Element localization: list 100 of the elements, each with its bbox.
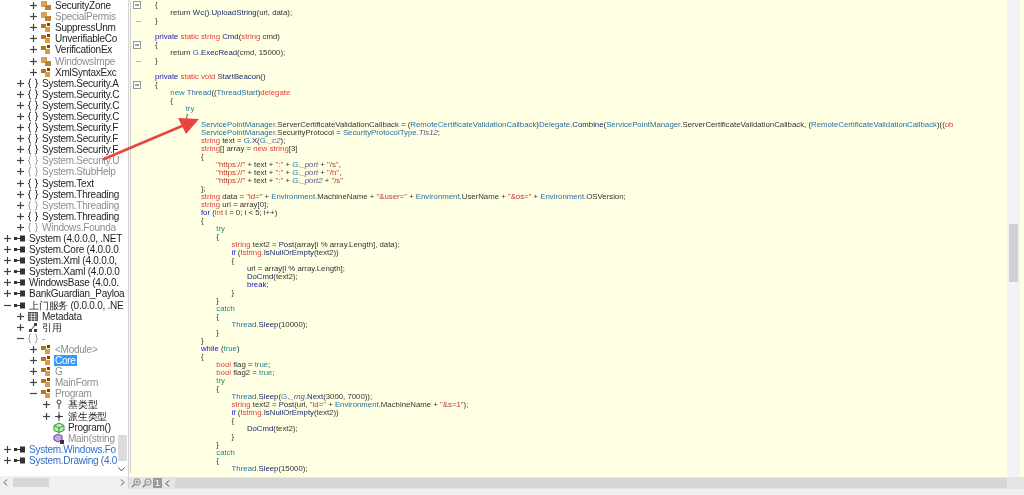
expand-icon[interactable] xyxy=(16,323,24,331)
tree-item[interactable]: System.Xml (4.0.0.0, xyxy=(28,255,118,267)
expand-icon[interactable] xyxy=(16,312,24,320)
tree-item[interactable]: System.Security.A xyxy=(41,77,120,89)
expand-icon[interactable] xyxy=(42,412,50,420)
tree-item[interactable]: System.Security.F xyxy=(41,144,120,156)
scroll-down-icon[interactable] xyxy=(118,467,125,472)
tree-item[interactable]: <Module> xyxy=(54,343,99,355)
expand-icon[interactable] xyxy=(29,2,37,10)
tree-item[interactable]: System.Security.C xyxy=(41,99,121,111)
expand-icon[interactable] xyxy=(42,401,50,409)
tree-item[interactable]: System.Core (4.0.0.0 xyxy=(28,244,120,256)
expand-icon[interactable] xyxy=(16,201,24,209)
expand-icon[interactable] xyxy=(29,13,37,21)
class-icon xyxy=(40,377,52,389)
tree-item[interactable]: MainForm xyxy=(54,377,99,389)
assembly-icon xyxy=(14,255,26,267)
expand-icon[interactable] xyxy=(16,135,24,143)
tree-item[interactable]: SpecialPermis xyxy=(54,11,117,23)
expand-icon[interactable] xyxy=(29,57,37,65)
tree-item[interactable]: WindowsImpe xyxy=(54,55,117,67)
scrollbar-thumb[interactable] xyxy=(13,478,49,487)
expand-icon[interactable] xyxy=(16,168,24,176)
struct-icon xyxy=(40,11,52,23)
expand-icon[interactable] xyxy=(3,235,11,242)
tree-item[interactable]: G xyxy=(54,366,64,378)
tree-item[interactable]: 派生类型 xyxy=(67,410,108,422)
expand-icon[interactable] xyxy=(16,223,24,231)
expand-icon[interactable] xyxy=(16,190,24,198)
expand-icon[interactable] xyxy=(29,368,37,376)
expand-icon[interactable] xyxy=(3,268,11,276)
tree-item[interactable]: WindowsBase (4.0.0. xyxy=(28,277,120,289)
tree-item[interactable]: Windows.Founda xyxy=(41,221,117,233)
tree-item[interactable]: System.Threading xyxy=(41,188,121,200)
tree-item[interactable]: UnverifiableCo xyxy=(54,33,119,45)
expand-icon[interactable] xyxy=(3,456,11,464)
expand-icon[interactable] xyxy=(29,357,37,365)
tree-item[interactable]: System (4.0.0.0, .NET xyxy=(28,233,124,244)
tree-item[interactable]: System.Windows.Fo xyxy=(28,443,117,455)
expand-icon[interactable] xyxy=(16,146,24,154)
tree-item[interactable]: System.Security.F xyxy=(41,133,120,145)
namespace-icon xyxy=(27,210,39,222)
expand-icon[interactable] xyxy=(16,124,24,132)
expand-icon[interactable] xyxy=(16,212,24,220)
namespace-icon xyxy=(27,188,39,200)
expand-icon[interactable] xyxy=(3,290,11,298)
expand-icon[interactable] xyxy=(16,101,24,109)
expand-icon[interactable] xyxy=(3,445,11,453)
tree-item[interactable]: 引用 xyxy=(41,321,63,333)
tree-item[interactable]: Program xyxy=(54,388,93,400)
assembly-icon xyxy=(14,244,26,256)
class-icon xyxy=(40,44,52,56)
class-icon xyxy=(40,33,52,45)
tree-item[interactable]: System.Drawing (4.0 xyxy=(28,454,119,466)
class-icon xyxy=(40,66,52,78)
namespace-icon xyxy=(27,111,39,122)
expand-icon[interactable] xyxy=(29,24,37,32)
tree-item[interactable]: System.Security.F xyxy=(41,122,120,134)
tree-item[interactable]: System.StubHelp xyxy=(41,166,117,178)
tree-item[interactable]: Main(string xyxy=(67,432,116,444)
namespace-icon xyxy=(27,177,39,189)
expand-icon[interactable] xyxy=(29,345,37,353)
tree-item[interactable]: BankGuardian_Payloa xyxy=(28,288,126,300)
expand-icon[interactable] xyxy=(16,113,24,120)
tree-item[interactable]: System.Threading xyxy=(41,199,121,211)
tree-item[interactable]: 上门服务 (0.0.0.0, .NE xyxy=(28,299,125,311)
expand-icon[interactable] xyxy=(16,179,24,187)
tree-item[interactable]: - xyxy=(41,332,47,344)
tree-item[interactable]: SecurityZone xyxy=(54,0,112,12)
expand-icon[interactable] xyxy=(16,79,24,87)
expand-icon[interactable] xyxy=(3,246,11,254)
tree-item[interactable]: System.Security.C xyxy=(41,88,121,100)
expand-icon[interactable] xyxy=(3,279,11,287)
tree-item[interactable]: System.Xaml (4.0.0.0 xyxy=(28,266,121,278)
tree-item[interactable]: Metadata xyxy=(41,310,83,322)
expand-icon[interactable] xyxy=(29,35,37,43)
assembly-icon xyxy=(14,288,26,300)
expand-icon[interactable] xyxy=(16,90,24,98)
tree-item[interactable]: SuppressUnm xyxy=(54,22,117,34)
class-icon xyxy=(40,366,52,378)
tree-item[interactable]: System.Security.U xyxy=(41,155,121,167)
expand-icon[interactable] xyxy=(29,68,37,76)
tree-item[interactable]: XmlSyntaxExc xyxy=(54,66,118,78)
metadata-icon xyxy=(27,310,39,322)
scrollbar-thumb[interactable] xyxy=(1009,224,1018,282)
method-icon xyxy=(53,432,65,444)
tree-item[interactable]: System.Security.C xyxy=(41,111,121,122)
assembly-icon xyxy=(14,233,26,244)
scrollbar-thumb[interactable] xyxy=(118,435,127,461)
tree-item[interactable]: System.Text xyxy=(41,177,95,189)
expand-icon[interactable] xyxy=(3,257,11,265)
tree-item[interactable]: VerificationEx xyxy=(54,44,114,56)
namespace-icon xyxy=(27,99,39,111)
base-type-icon xyxy=(53,399,65,411)
tree-item[interactable]: Program() xyxy=(67,421,112,433)
expand-icon[interactable] xyxy=(29,379,37,387)
tree-item[interactable]: 基类型 xyxy=(67,399,99,411)
expand-icon[interactable] xyxy=(29,46,37,54)
tree-item[interactable]: System.Threading xyxy=(41,210,121,222)
expand-icon[interactable] xyxy=(16,157,24,165)
